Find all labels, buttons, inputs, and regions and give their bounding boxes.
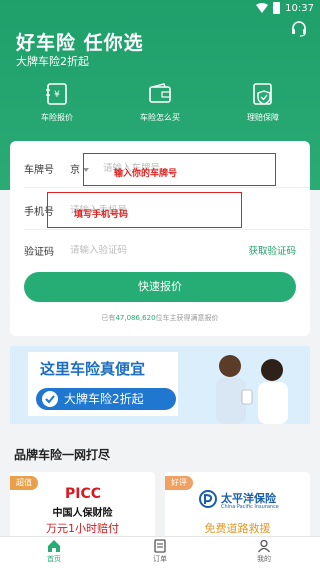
quote-stat: 已有47,086,620位车主获得满意报价 bbox=[10, 313, 310, 323]
get-code-button[interactable]: 获取验证码 bbox=[248, 243, 296, 257]
tab-label: 我的 bbox=[257, 555, 271, 563]
quote-doc-icon: ¥ bbox=[46, 83, 67, 105]
plate-label: 车牌号 bbox=[24, 164, 54, 176]
brand-tag: 好评 bbox=[165, 476, 193, 490]
brand-card-picc[interactable]: 超值 PICC 中国人保财险 万元1小时赔付 bbox=[10, 472, 155, 544]
banner-text-panel: 这里车险真便宜 大牌车险2折起 bbox=[28, 352, 178, 416]
phone-annotation-box: 填写手机号码 bbox=[47, 192, 242, 228]
banner-title: 这里车险真便宜 bbox=[40, 360, 146, 378]
page-subtitle: 大牌车险2折起 bbox=[16, 55, 89, 68]
brand-slogan: 免费道路救援 bbox=[204, 522, 271, 535]
brand-slogan: 万元1小时赔付 bbox=[46, 522, 119, 535]
province-value: 京 bbox=[70, 164, 80, 176]
phone-annotation-text: 填写手机号码 bbox=[74, 210, 129, 220]
brand-logo-sub: China Pacific Insurance bbox=[221, 504, 279, 510]
banner-people-illustration bbox=[216, 355, 288, 424]
stat-prefix: 已有 bbox=[101, 314, 116, 322]
brands-section-title: 品牌车险一网打尽 bbox=[14, 448, 111, 462]
user-icon bbox=[257, 539, 271, 553]
brand-logo-main: PICC bbox=[64, 486, 102, 502]
plate-annotation-text: 输入你的车牌号 bbox=[114, 169, 178, 179]
promo-banner[interactable]: 这里车险真便宜 大牌车险2折起 bbox=[10, 346, 310, 424]
wifi-icon bbox=[256, 3, 269, 13]
tab-label: 首页 bbox=[47, 555, 61, 563]
quick-action-quote[interactable]: ¥ 车险报价 bbox=[22, 82, 92, 123]
divider bbox=[24, 187, 310, 188]
home-icon bbox=[48, 540, 60, 552]
quick-action-label: 理赔保障 bbox=[247, 113, 279, 122]
tab-mine[interactable]: 我的 bbox=[234, 539, 294, 564]
quick-action-claims[interactable]: 理赔保障 bbox=[228, 82, 298, 123]
battery-icon bbox=[273, 2, 281, 14]
brand-logo-sub: 中国人保财险 bbox=[52, 508, 113, 519]
brand-card-cpic[interactable]: 好评 太平洋保险 China Pacific Insurance 免费道路救援 bbox=[165, 472, 310, 544]
svg-text:¥: ¥ bbox=[54, 90, 60, 100]
shield-icon bbox=[253, 83, 272, 105]
tab-label: 订单 bbox=[153, 555, 167, 563]
divider bbox=[24, 229, 310, 230]
quick-action-label: 车险报价 bbox=[41, 113, 73, 122]
status-bar: 10:37 bbox=[0, 0, 320, 18]
tab-orders[interactable]: 订单 bbox=[130, 539, 190, 564]
quick-action-how-to-buy[interactable]: 车险怎么买 bbox=[125, 82, 195, 123]
check-icon bbox=[42, 391, 58, 407]
bottom-tabbar: 首页 订单 我的 bbox=[0, 536, 320, 568]
page-title: 好车险 任你选 bbox=[16, 32, 144, 54]
code-label: 验证码 bbox=[24, 246, 54, 258]
quick-quote-button[interactable]: 快速报价 bbox=[24, 272, 296, 302]
banner-pill-text: 大牌车险2折起 bbox=[64, 392, 144, 406]
tab-home[interactable]: 首页 bbox=[24, 539, 84, 564]
stat-number: 47,086,620 bbox=[115, 314, 156, 322]
code-row: 验证码 获取验证码 bbox=[10, 231, 310, 269]
status-time: 10:37 bbox=[285, 2, 314, 14]
order-icon bbox=[154, 539, 166, 553]
plate-annotation-box: 输入你的车牌号 bbox=[83, 153, 276, 186]
wallet-icon bbox=[149, 83, 171, 103]
banner-pill: 大牌车险2折起 bbox=[36, 388, 176, 410]
quick-actions: ¥ 车险报价 车险怎么买 理赔保障 bbox=[0, 82, 320, 132]
stat-suffix: 位车主获得满意报价 bbox=[155, 314, 219, 322]
headset-icon[interactable] bbox=[290, 20, 308, 38]
quick-action-label: 车险怎么买 bbox=[140, 113, 180, 122]
code-input[interactable] bbox=[70, 244, 200, 256]
cpic-logo-icon bbox=[199, 490, 217, 508]
